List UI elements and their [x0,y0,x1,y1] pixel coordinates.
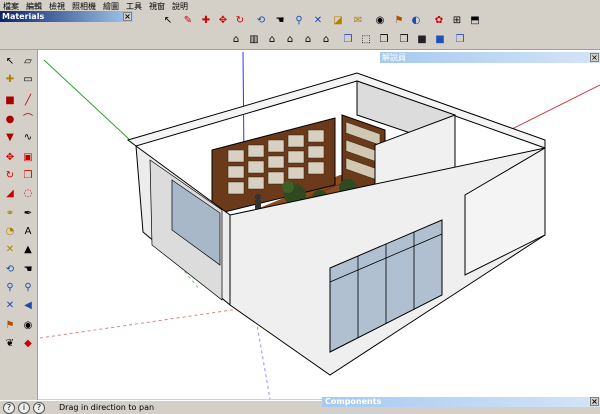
hidden-line-icon[interactable]: ❒ [376,32,392,48]
push-pull-icon[interactable]: ▣ [20,150,36,166]
textured-icon[interactable]: ■ [414,32,430,48]
offset-icon[interactable]: ◌ [20,186,36,202]
paint-icon[interactable]: ✚ [198,13,214,29]
left-toolbar: ↖ ▱ ✚ ▭ ■ ╱ ● ⌒ ▼ ∿ ✥ ▣ ↻ ❒ ◢ ◌ ⚭ ✒ ◔ A … [0,50,38,400]
line-icon[interactable]: ╱ [20,93,36,109]
red-axis [509,84,600,131]
rotate-icon[interactable]: ↻ [2,168,18,184]
walk-icon[interactable]: ❦ [2,336,18,352]
make-component-icon[interactable]: ▱ [20,54,36,70]
polygon-icon[interactable]: ▼ [2,130,18,146]
close-icon[interactable]: × [590,53,599,62]
left-view-icon[interactable]: ⌂ [318,32,334,48]
pan-icon[interactable]: ☚ [272,13,288,29]
green-axis [43,59,131,141]
move-icon[interactable]: ✥ [2,150,18,166]
tape-measure-icon[interactable]: ⚭ [2,206,18,222]
zoom-window-icon[interactable]: ⚲ [20,280,36,296]
back-view-icon[interactable]: ⌂ [300,32,316,48]
menu-help[interactable]: 說明 [172,1,188,12]
zoom-icon[interactable]: ⚲ [2,280,18,296]
text-icon[interactable]: A [20,224,36,240]
3d-text-icon[interactable]: ▲ [20,242,36,258]
menu-file[interactable]: 檔案 [3,1,19,12]
eraser-icon[interactable]: ▭ [20,72,36,88]
status-message: Drag in direction to pan [59,403,155,412]
xray-toggle-icon[interactable]: ❒ [452,32,468,48]
section-icon[interactable]: ◆ [20,336,36,352]
model-viewport[interactable] [38,50,600,399]
fog-icon[interactable]: ✿ [431,13,447,29]
menu-camera[interactable]: 照相機 [72,1,96,12]
follow-me-icon[interactable]: ❒ [20,168,36,184]
shadows-icon[interactable]: ◐ [408,13,424,29]
model-canvas [39,51,600,399]
materials-panel-title[interactable]: Materials × [0,11,133,22]
materials-title: Materials [2,12,45,21]
close-icon[interactable]: × [123,12,132,21]
arc-icon[interactable]: ⌒ [20,112,36,128]
components-title: Components [325,397,382,406]
monochrome-icon[interactable]: ■ [432,32,448,48]
look-around-icon[interactable]: ◉ [372,13,388,29]
pan-icon[interactable]: ☚ [20,262,36,278]
close-icon[interactable]: × [590,397,599,406]
menu-draw[interactable]: 繪圖 [103,1,119,12]
credits-icon[interactable]: i [18,401,30,414]
rectangle-icon[interactable]: ■ [2,93,18,109]
circle-icon[interactable]: ● [2,112,18,128]
front-view-icon[interactable]: ⌂ [264,32,280,48]
top-view-icon[interactable]: ▥ [246,32,262,48]
menu-window[interactable]: 視窗 [149,1,165,12]
instructor-title: 解說員 [382,53,406,62]
geolocation-icon[interactable]: ? [3,401,15,414]
instructor-panel-title[interactable]: 解說員 × [380,52,600,63]
xray-icon[interactable]: ❒ [340,32,356,48]
wireframe-icon[interactable]: ⬚ [358,32,374,48]
zoom-extents-icon[interactable]: ✕ [2,298,18,314]
freehand-icon[interactable]: ∿ [20,130,36,146]
help-icon[interactable]: ? [33,401,45,414]
iso-view-icon[interactable]: ⌂ [228,32,244,48]
axes-icon[interactable]: ✕ [2,242,18,258]
dimension-icon[interactable]: ⊞ [449,13,465,29]
menu-view[interactable]: 檢視 [49,1,65,12]
dimension-icon[interactable]: ✒ [20,206,36,222]
rotate-icon[interactable]: ↻ [232,13,248,29]
text-icon[interactable]: ⬒ [467,13,483,29]
shaded-icon[interactable]: ❒ [396,32,412,48]
right-view-icon[interactable]: ⌂ [282,32,298,48]
walk-icon[interactable]: ✉ [350,13,366,29]
components-panel: Components × [322,397,600,414]
menu-edit[interactable]: 編輯 [26,1,42,12]
menu-tools[interactable]: 工具 [126,1,142,12]
position-camera-icon[interactable]: ⚑ [2,318,18,334]
zoom-extents-icon[interactable]: ✕ [310,13,326,29]
components-panel-title[interactable]: Components × [322,397,600,407]
orbit-icon[interactable]: ⟲ [2,262,18,278]
scale-icon[interactable]: ◢ [2,186,18,202]
look-around-icon[interactable]: ◉ [20,318,36,334]
zoom-icon[interactable]: ⚲ [291,13,307,29]
views-toolbar: ⌂ ▥ ⌂ ⌂ ⌂ ⌂ ❒ ⬚ ❒ ❒ ■ ■ ❒ [0,30,600,50]
move-icon[interactable]: ✥ [215,13,231,29]
protractor-icon[interactable]: ◔ [2,224,18,240]
position-camera-icon[interactable]: ⚑ [391,13,407,29]
wall-top [126,72,546,149]
select-icon[interactable]: ↖ [160,13,176,29]
paint-bucket-icon[interactable]: ✚ [2,72,18,88]
eraser-icon[interactable]: ✎ [180,13,196,29]
status-bar: ? i ? Drag in direction to pan [0,400,322,414]
select-icon[interactable]: ↖ [2,54,18,70]
orbit-icon[interactable]: ⟲ [253,13,269,29]
section-icon[interactable]: ◪ [330,13,346,29]
previous-view-icon[interactable]: ◀ [20,298,36,314]
